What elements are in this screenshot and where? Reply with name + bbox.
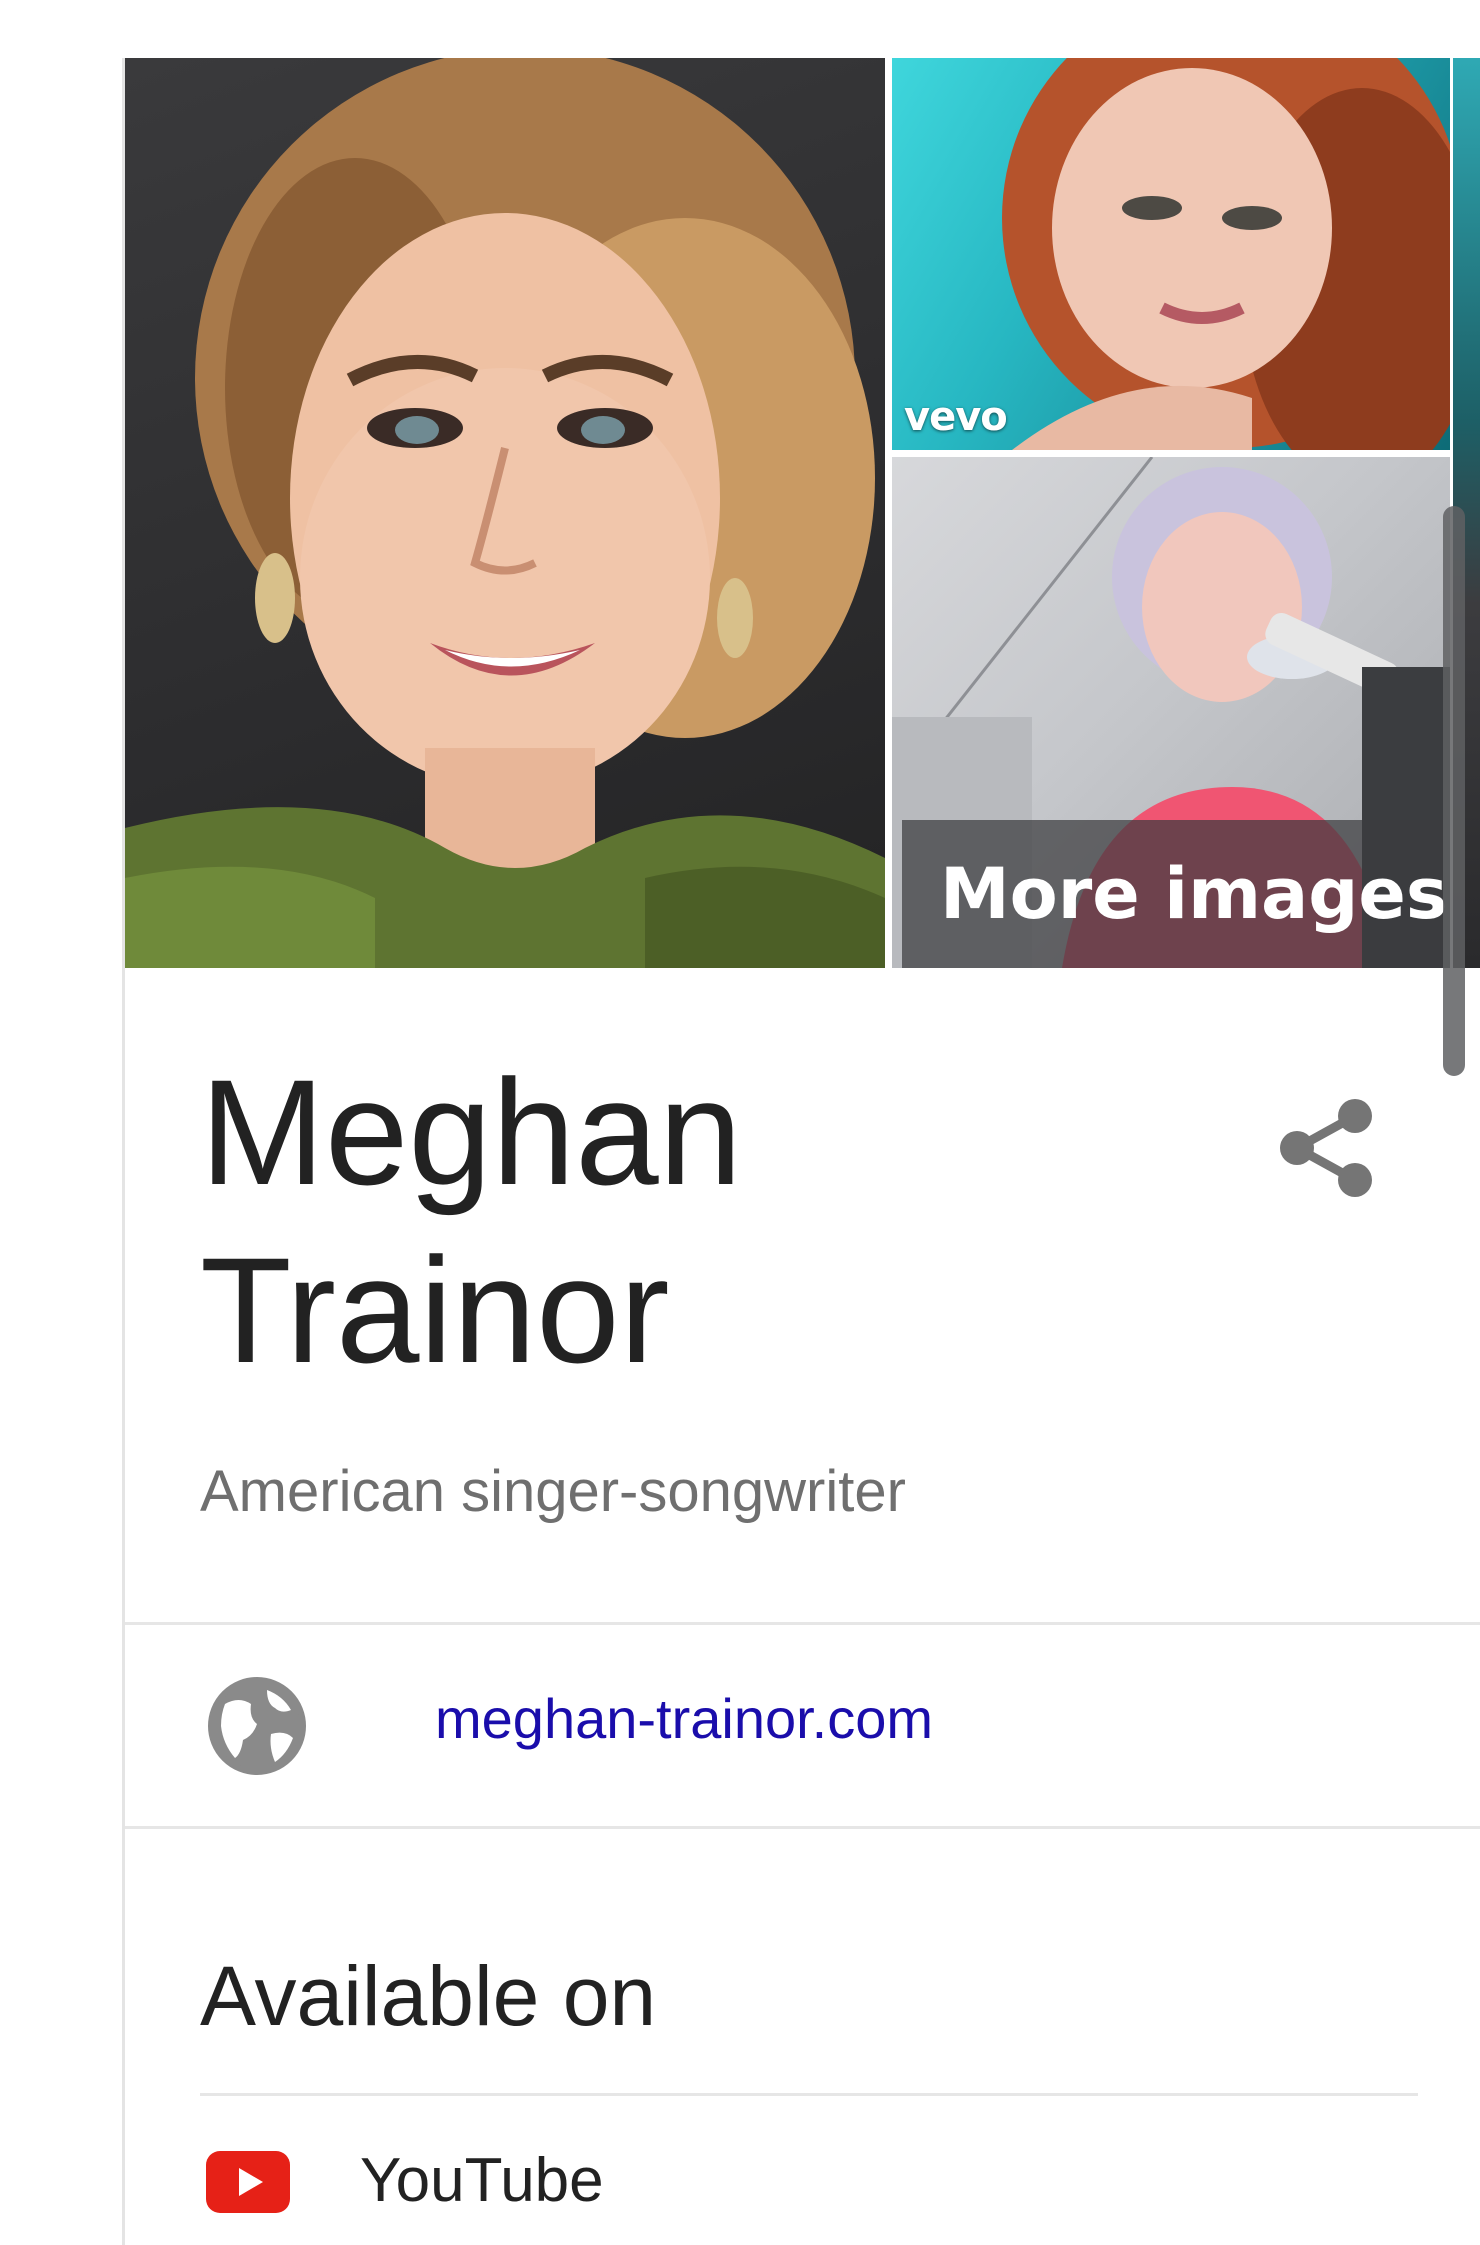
scrollbar-thumb[interactable]	[1443, 506, 1465, 1076]
music-video-photo	[1002, 58, 1450, 450]
website-row: meghan-trainor.com	[125, 1624, 1480, 1826]
image-thumbnail-top[interactable]: vevo	[892, 58, 1450, 450]
image-thumbnail-bottom[interactable]: More images	[892, 457, 1450, 968]
vevo-watermark: vevo	[904, 394, 1008, 440]
entity-title: Meghan Trainor	[200, 1048, 743, 1394]
more-images-button[interactable]: More images	[902, 820, 1450, 968]
youtube-icon	[206, 2151, 290, 2213]
entity-subtitle: American singer-songwriter	[200, 1459, 906, 1524]
knowledge-panel: vevo More images Meghan Trainor American…	[122, 58, 1480, 2245]
youtube-label: YouTube	[360, 2146, 604, 2215]
available-on-item-youtube[interactable]: YouTube	[200, 2133, 1418, 2245]
website-link[interactable]: meghan-trainor.com	[435, 1686, 933, 1751]
globe-icon	[205, 1674, 309, 1778]
share-icon[interactable]	[1255, 1078, 1395, 1218]
available-on-heading: Available on	[200, 1949, 657, 2043]
divider	[125, 1826, 1480, 1829]
divider	[200, 2093, 1418, 2096]
page: vevo More images Meghan Trainor American…	[0, 0, 1480, 2245]
main-image[interactable]	[125, 58, 885, 968]
portrait-photo	[125, 58, 885, 968]
image-collage: vevo More images	[125, 58, 1480, 968]
